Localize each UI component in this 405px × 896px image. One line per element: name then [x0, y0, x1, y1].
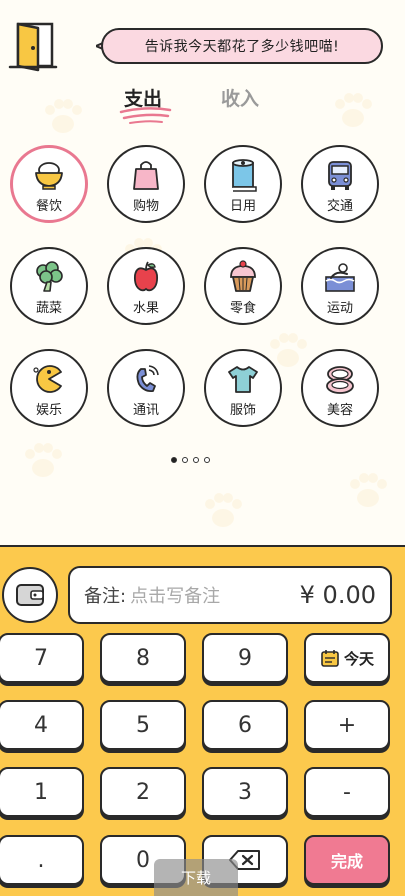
- tshirt-icon: [228, 366, 258, 393]
- category-label: 运动: [326, 301, 353, 316]
- category-label: 美容: [326, 403, 353, 418]
- category-daily-use[interactable]: 日用: [204, 145, 282, 223]
- note-field[interactable]: 备注: 点击写备注 ¥ 0.00: [68, 566, 392, 624]
- tab-income[interactable]: 收入: [221, 84, 259, 111]
- active-tab-underline: [119, 107, 172, 124]
- broccoli-icon: [36, 261, 63, 292]
- category-label: 娱乐: [35, 403, 62, 418]
- speech-bubble-text: 告诉我今天都花了多少钱吧喵!: [144, 39, 340, 55]
- pacman-icon: [33, 365, 62, 393]
- key-7[interactable]: 7: [0, 633, 84, 683]
- exit-door-icon[interactable]: [8, 20, 58, 74]
- category-dining[interactable]: 餐饮: [10, 145, 88, 223]
- category-beauty[interactable]: 美容: [301, 349, 379, 427]
- wallet-icon: [16, 584, 44, 606]
- category-label: 服饰: [229, 403, 256, 418]
- key-5[interactable]: 5: [100, 700, 186, 750]
- page-dot[interactable]: [171, 457, 177, 463]
- category-transport[interactable]: 交通: [301, 145, 379, 223]
- category-snacks[interactable]: 零食: [204, 247, 282, 325]
- key-dot[interactable]: .: [0, 835, 84, 885]
- category-sports[interactable]: 运动: [301, 247, 379, 325]
- category-label: 蔬菜: [35, 301, 62, 316]
- key-minus[interactable]: -: [304, 767, 390, 817]
- apple-icon: [133, 261, 159, 292]
- key-6[interactable]: 6: [202, 700, 288, 750]
- key-plus[interactable]: +: [304, 700, 390, 750]
- key-9[interactable]: 9: [202, 633, 288, 683]
- category-label: 水果: [132, 301, 159, 316]
- category-shopping[interactable]: 购物: [107, 145, 185, 223]
- key-3[interactable]: 3: [202, 767, 288, 817]
- done-button[interactable]: 完成: [304, 835, 390, 885]
- category-label: 餐饮: [35, 199, 62, 214]
- paw-icon: [205, 493, 242, 527]
- date-today-button[interactable]: 今天: [304, 633, 390, 683]
- toilet-paper-icon: [232, 159, 257, 192]
- key-4[interactable]: 4: [0, 700, 84, 750]
- note-placeholder[interactable]: 点击写备注: [130, 582, 300, 608]
- page-dot[interactable]: [182, 457, 188, 463]
- bus-icon: [328, 161, 352, 190]
- calendar-icon: [321, 650, 339, 667]
- category-label: 日用: [229, 199, 256, 214]
- keypad-panel: 备注: 点击写备注 ¥ 0.00 7 8 9 今天 4 5 6 + 1 2 3 …: [0, 545, 405, 896]
- category-vegetables[interactable]: 蔬菜: [10, 247, 88, 325]
- paw-icon: [350, 473, 387, 507]
- key-2[interactable]: 2: [100, 767, 186, 817]
- paw-icon: [25, 443, 62, 477]
- category-label: 交通: [326, 199, 353, 214]
- swimming-icon: [325, 263, 355, 292]
- amount-display: ¥ 0.00: [299, 581, 376, 609]
- compact-mirror-icon: [326, 366, 354, 394]
- account-wallet-button[interactable]: [2, 567, 58, 623]
- page-dot[interactable]: [193, 457, 199, 463]
- today-label: 今天: [343, 649, 374, 668]
- category-communication[interactable]: 通讯: [107, 349, 185, 427]
- type-tabs: 支出 收入: [0, 84, 405, 124]
- download-overlay-button[interactable]: 下载: [154, 859, 238, 896]
- phone-icon: [136, 365, 159, 393]
- page-indicator: [171, 457, 210, 463]
- cupcake-icon: [230, 260, 256, 292]
- category-clothing[interactable]: 服饰: [204, 349, 282, 427]
- category-fruit[interactable]: 水果: [107, 247, 185, 325]
- page-dot[interactable]: [204, 457, 210, 463]
- category-entertainment[interactable]: 娱乐: [10, 349, 88, 427]
- category-label: 通讯: [132, 403, 159, 418]
- rice-bowl-icon: [35, 162, 63, 190]
- speech-bubble: 告诉我今天都花了多少钱吧喵!: [101, 28, 383, 64]
- category-label: 零食: [229, 301, 256, 316]
- category-label: 购物: [132, 199, 159, 214]
- shopping-bag-icon: [133, 161, 159, 190]
- key-8[interactable]: 8: [100, 633, 186, 683]
- key-1[interactable]: 1: [0, 767, 84, 817]
- note-label: 备注:: [84, 586, 127, 607]
